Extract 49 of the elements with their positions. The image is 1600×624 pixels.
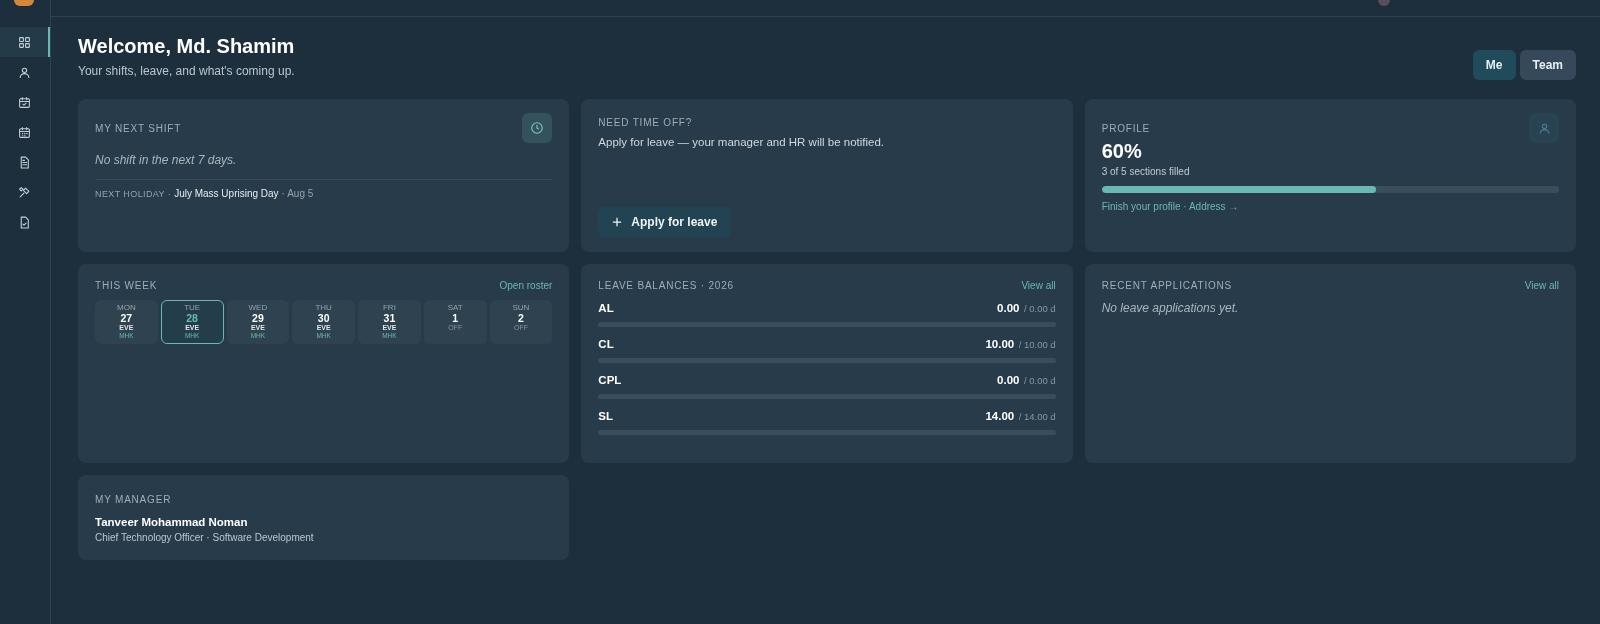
card-title: MY NEXT SHIFT bbox=[95, 122, 182, 134]
view-all-link[interactable]: View all bbox=[1021, 280, 1056, 291]
leave-type: CL bbox=[598, 338, 614, 350]
leave-total: / 0.00 d bbox=[1023, 303, 1056, 314]
clock-icon bbox=[522, 113, 553, 143]
holiday-name: July Mass Uprising Day bbox=[174, 188, 279, 199]
person-icon bbox=[1529, 113, 1559, 143]
calendar-icon bbox=[17, 125, 31, 139]
plus-icon bbox=[612, 217, 623, 227]
leave-total: / 10.00 d bbox=[1018, 339, 1056, 350]
sidebar-item[interactable] bbox=[0, 27, 50, 57]
leave-balance: 10.00 bbox=[985, 338, 1015, 350]
card-title: PROFILE bbox=[1101, 122, 1151, 134]
holiday-label: NEXT HOLIDAY · bbox=[95, 189, 172, 199]
avatar-icon bbox=[1378, 0, 1390, 6]
sections-count: 3 of 5 sections filled bbox=[1101, 166, 1191, 177]
apply-leave-button[interactable]: Apply for leave bbox=[598, 207, 732, 237]
grid-icon bbox=[17, 35, 31, 49]
card-title: RECENT APPLICATIONS bbox=[1101, 280, 1233, 291]
card-title: NEED TIME OFF? bbox=[598, 117, 694, 128]
leave-balance: 14.00 bbox=[985, 410, 1015, 422]
finish-profile-link[interactable]: Finish your profile · Address → bbox=[1101, 201, 1239, 212]
page-subtitle: Your shifts, leave, and what's coming up. bbox=[78, 64, 295, 78]
holiday-date: · Aug 5 bbox=[281, 188, 314, 199]
leave-total: / 0.00 d bbox=[1023, 375, 1056, 386]
view-tab[interactable]: Team bbox=[1519, 50, 1576, 80]
leave-type: CPL bbox=[598, 374, 622, 386]
leave-balance: 0.00 bbox=[997, 302, 1020, 314]
calendar-check-icon bbox=[17, 95, 31, 109]
logo-icon bbox=[14, 0, 34, 6]
empty-message: No shift in the next 7 days. bbox=[95, 153, 238, 167]
open-roster-link[interactable]: Open roster bbox=[499, 280, 553, 291]
view-tab[interactable]: Me bbox=[1472, 50, 1516, 80]
card-title: LEAVE BALANCES · 2026 bbox=[598, 280, 734, 291]
profile-percent: 60% bbox=[1101, 140, 1143, 163]
manager-role: Chief Technology Officer · Software Development bbox=[95, 532, 315, 543]
empty-message: No leave applications yet. bbox=[1101, 301, 1240, 315]
card-title: THIS WEEK bbox=[95, 280, 158, 291]
person-icon bbox=[17, 65, 31, 79]
page-title: Welcome, Md. Shamim bbox=[78, 35, 295, 58]
leave-total: / 14.00 d bbox=[1018, 411, 1056, 422]
leave-balance: 0.00 bbox=[997, 374, 1020, 386]
card-text: Apply for leave — your manager and HR will be notified. bbox=[598, 136, 886, 148]
leave-type: AL bbox=[598, 302, 614, 314]
tools-icon bbox=[17, 185, 31, 199]
card-title: MY MANAGER bbox=[95, 494, 172, 505]
view-all-link[interactable]: View all bbox=[1524, 280, 1559, 291]
manager-name: Tanveer Mohammad Noman bbox=[95, 516, 249, 528]
leave-type: SL bbox=[598, 410, 614, 422]
